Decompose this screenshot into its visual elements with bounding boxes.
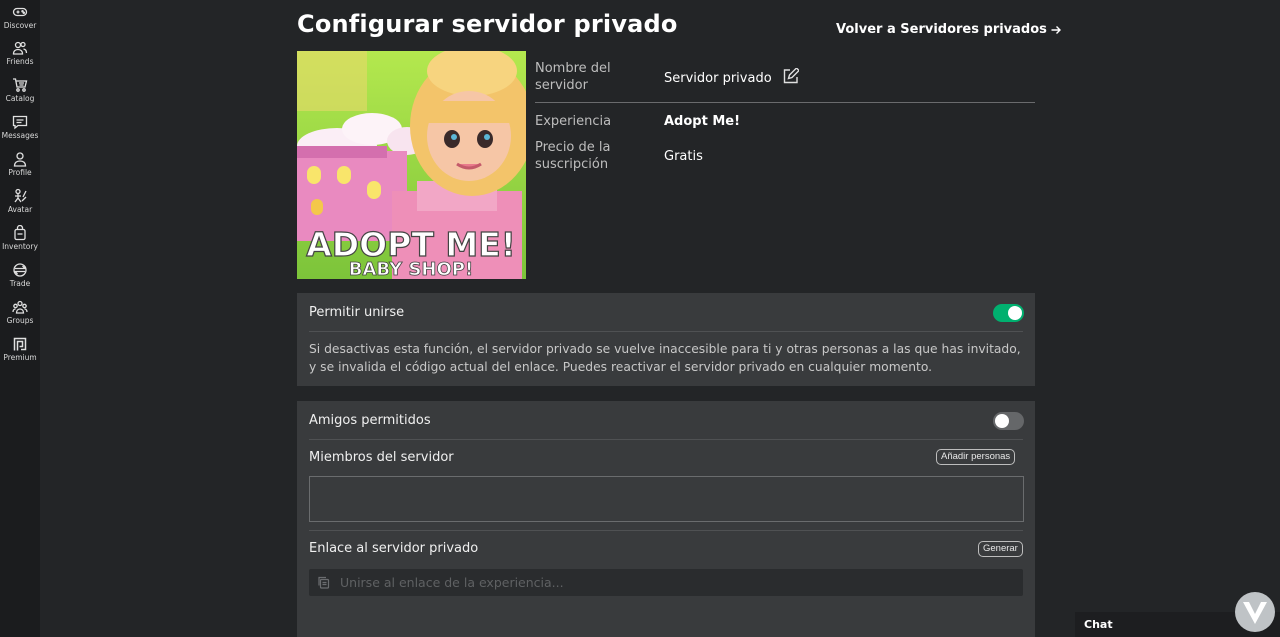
logo-icon [1243,602,1267,624]
nav-label: Discover [3,21,37,30]
link-placeholder: Unirse al enlace de la experiencia... [340,575,564,590]
edit-icon[interactable] [782,68,799,85]
cart-icon [13,78,28,92]
nav-label: Friends [6,57,34,66]
nav-item-messages[interactable]: Messages [0,112,40,148]
trade-icon [13,263,27,277]
experience-thumbnail: ADOPT ME! BABY SHOP! [297,51,526,279]
allow-join-title: Permitir unirse [309,305,405,320]
server-name-value-row: Servidor privado [664,68,799,87]
premium-icon [13,337,27,351]
nav-item-inventory[interactable]: Inventory [0,223,40,259]
allow-join-panel: Permitir unirse Si desactivas esta funci… [297,293,1035,386]
toggle-knob [995,414,1009,428]
info-divider [535,102,1035,103]
avatar-icon [14,188,27,203]
gamepad-icon [12,7,28,17]
nav-item-catalog[interactable]: Catalog [0,75,40,111]
nav-item-avatar[interactable]: Avatar [0,186,40,222]
panel-divider [309,439,1023,440]
server-members-list [309,476,1024,522]
private-server-link-field[interactable]: Unirse al enlace de la experiencia... [309,569,1023,596]
nav-label: Avatar [7,205,33,214]
server-settings-panel: Amigos permitidos Miembros del servidor … [297,401,1035,637]
back-link-label: Volver a Servidores privados [836,22,1047,37]
back-to-private-servers-link[interactable]: Volver a Servidores privados [836,22,1062,37]
profile-icon [13,152,27,167]
page-title: Configurar servidor privado [297,10,678,38]
server-name-value: Servidor privado [664,71,772,86]
nav-item-friends[interactable]: Friends [0,38,40,74]
chat-label: Chat [1084,618,1113,631]
add-people-button[interactable]: Añadir personas [936,449,1016,465]
nav-label: Premium [3,353,37,362]
panel-divider [309,530,1023,531]
friends-allowed-label: Amigos permitidos [309,413,431,428]
nav-label: Groups [6,316,34,325]
watermark-logo [1235,592,1275,632]
nav-label: Trade [9,279,31,288]
subscription-price-label: Precio de la suscripción [535,140,611,172]
allow-join-description: Si desactivas esta función, el servidor … [309,342,1021,374]
nav-item-trade[interactable]: Trade [0,260,40,296]
server-members-label: Miembros del servidor [309,450,454,465]
experience-value[interactable]: Adopt Me! [664,113,740,130]
nav-item-premium[interactable]: Premium [0,334,40,370]
thumbnail-subtitle: BABY SHOP! [349,259,473,279]
server-name-label: Nombre del servidor [535,61,611,93]
nav-item-discover[interactable]: Discover [0,2,40,38]
nav-item-groups[interactable]: Groups [0,297,40,333]
message-icon [12,115,28,130]
nav-label: Profile [8,168,32,177]
left-nav: Discover Friends Catalog Messages Profil… [0,0,40,637]
inventory-icon [14,225,26,241]
friends-allowed-toggle[interactable] [993,412,1024,430]
generate-link-button[interactable]: Generar [978,541,1023,557]
subscription-price-value: Gratis [664,149,703,164]
thumbnail-art: ADOPT ME! BABY SHOP! [297,51,526,279]
allow-join-toggle[interactable] [993,304,1024,322]
experience-label: Experiencia [535,114,612,129]
private-server-link-label: Enlace al servidor privado [309,541,479,556]
nav-label: Inventory [2,242,38,251]
copy-icon[interactable] [317,576,330,589]
panel-divider [309,331,1023,332]
arrow-right-icon [1051,25,1061,34]
nav-item-profile[interactable]: Profile [0,149,40,185]
nav-label: Messages [1,131,39,140]
nav-label: Catalog [5,94,35,103]
groups-icon [12,300,28,314]
friends-icon [12,41,28,55]
toggle-knob [1008,306,1022,320]
